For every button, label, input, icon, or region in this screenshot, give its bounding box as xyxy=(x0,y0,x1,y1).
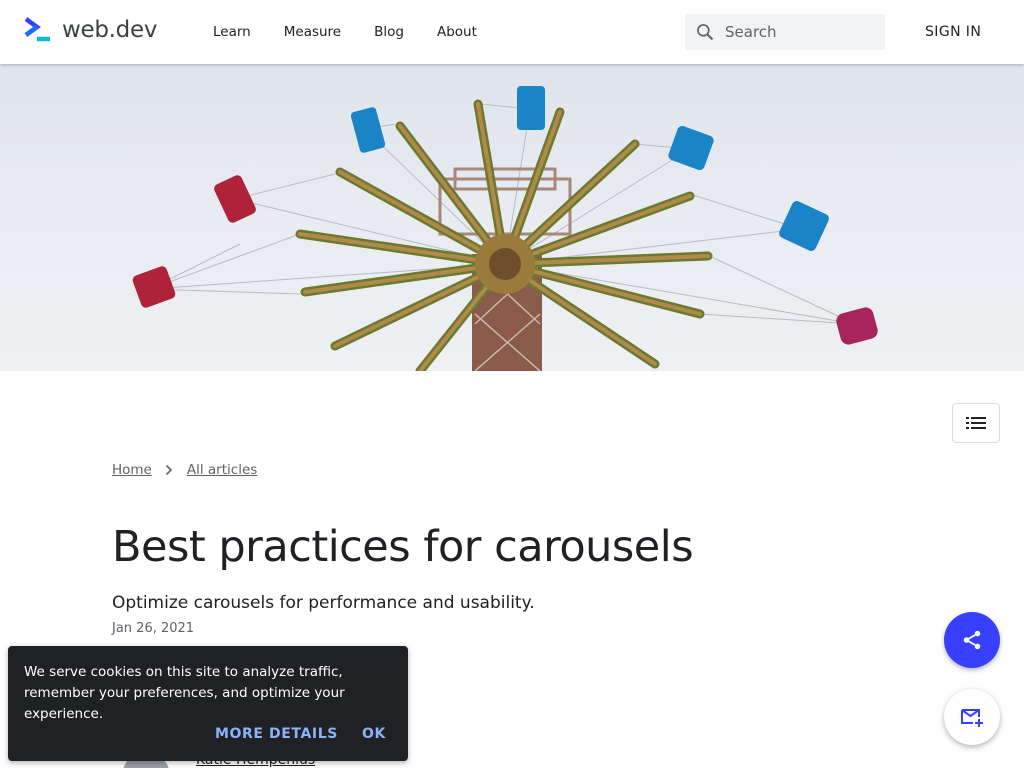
share-icon xyxy=(963,630,981,650)
search-input[interactable] xyxy=(725,23,875,41)
swing-ride-illustration xyxy=(132,86,878,371)
page-title: Best practices for carousels xyxy=(112,522,694,572)
site-logo[interactable]: web.dev xyxy=(24,17,157,43)
cookie-banner: We serve cookies on this site to analyze… xyxy=(8,646,408,761)
main-nav: Learn Measure Blog About xyxy=(213,24,510,40)
list-icon xyxy=(966,417,986,429)
search-box[interactable] xyxy=(685,14,885,50)
subscribe-button[interactable] xyxy=(944,689,1000,745)
breadcrumb: Home All articles xyxy=(112,462,257,478)
top-app-bar: web.dev Learn Measure Blog About SIGN IN xyxy=(0,0,1024,64)
breadcrumb-all-articles[interactable]: All articles xyxy=(187,462,257,478)
breadcrumb-home[interactable]: Home xyxy=(112,462,152,478)
chevron-right-icon xyxy=(165,464,173,476)
nav-learn[interactable]: Learn xyxy=(213,24,251,40)
mail-add-icon xyxy=(961,709,983,727)
more-details-button[interactable]: MORE DETAILS xyxy=(215,726,338,742)
logo-chevron-icon xyxy=(24,17,50,42)
logo-text: web.dev xyxy=(62,17,158,43)
ok-button[interactable]: OK xyxy=(362,726,386,742)
publish-date: Jan 26, 2021 xyxy=(112,621,195,636)
nav-about[interactable]: About xyxy=(437,24,477,40)
table-of-contents-button[interactable] xyxy=(952,403,1000,443)
search-icon xyxy=(697,24,714,41)
nav-measure[interactable]: Measure xyxy=(284,24,341,40)
nav-blog[interactable]: Blog xyxy=(374,24,404,40)
page-subtitle: Optimize carousels for performance and u… xyxy=(112,593,535,613)
share-button[interactable] xyxy=(944,612,1000,668)
hero-image xyxy=(0,64,1024,371)
cookie-message: We serve cookies on this site to analyze… xyxy=(24,664,345,722)
sign-in-button[interactable]: SIGN IN xyxy=(925,24,981,40)
